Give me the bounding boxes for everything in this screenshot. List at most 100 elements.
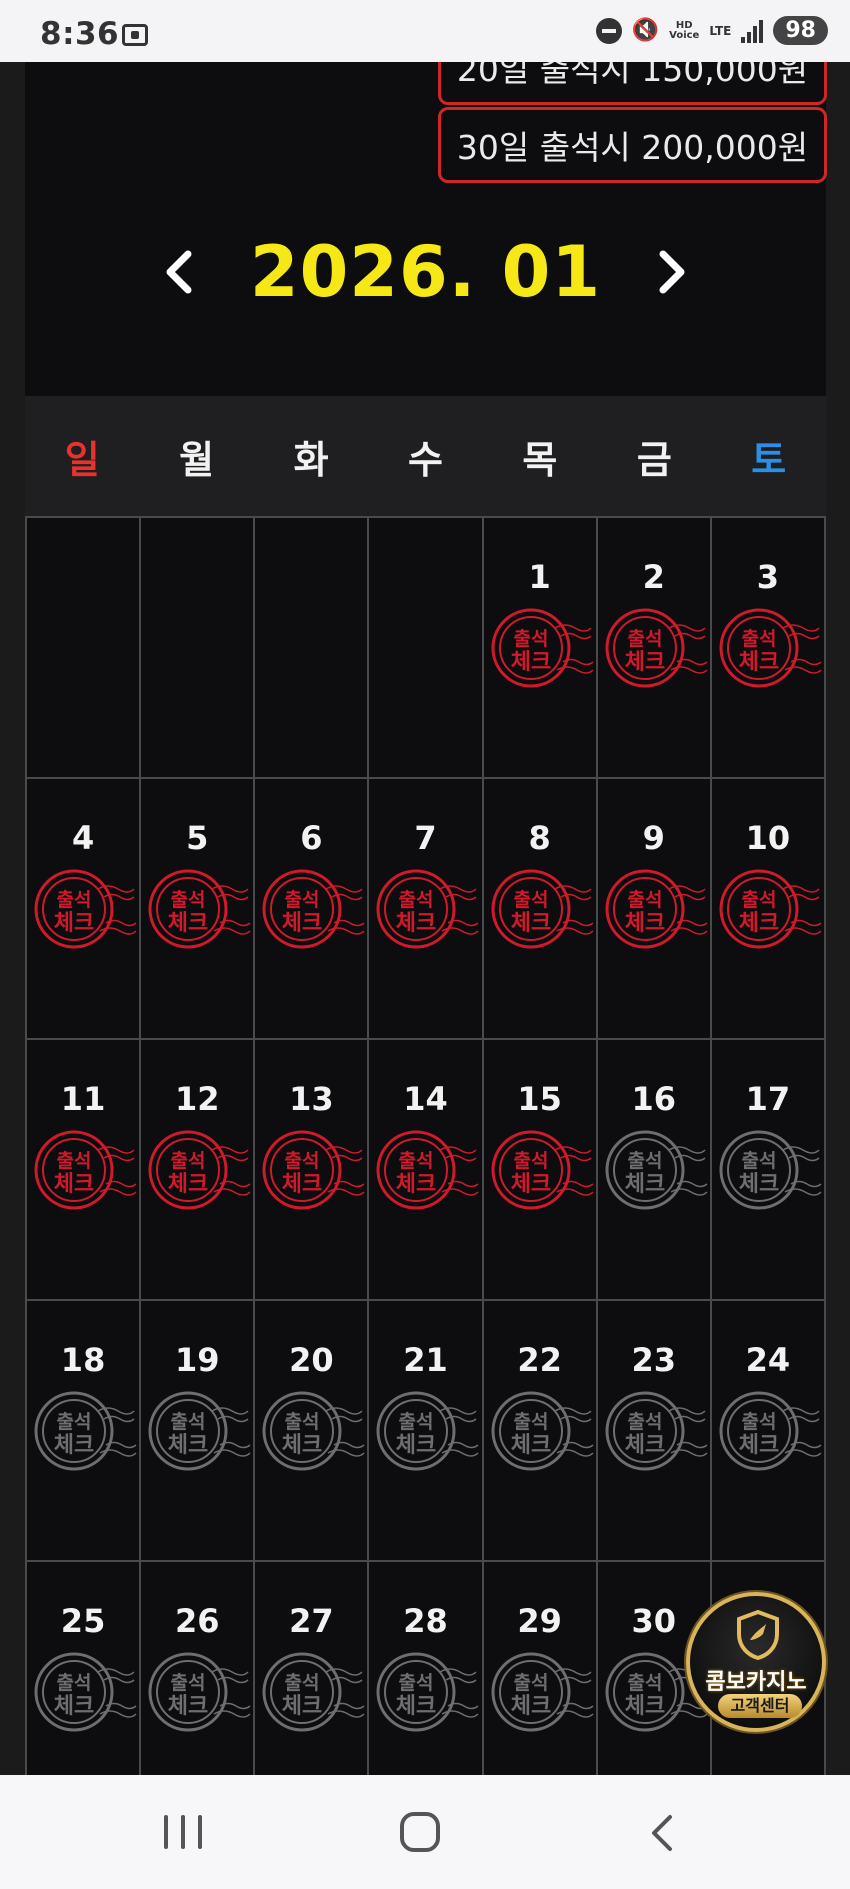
attendance-stamp-checked: 출석 체크	[148, 1128, 251, 1212]
calendar-day-17[interactable]: 17 출석 체크	[711, 1040, 826, 1301]
calendar-day-7[interactable]: 7 출석 체크	[369, 779, 484, 1040]
attendance-stamp-icon: 출석체크	[148, 869, 251, 949]
stamp-text-line2: 체크	[510, 1433, 550, 1458]
attendance-stamp-icon: 출석체크	[148, 1652, 251, 1732]
day-number: 18	[60, 1341, 106, 1379]
chevron-left-icon	[166, 250, 192, 294]
calendar-day-23[interactable]: 23 출석 체크	[597, 1301, 712, 1562]
day-number: 22	[517, 1341, 562, 1379]
calendar-day-19[interactable]: 19 출석 체크	[141, 1301, 256, 1562]
reward-20-days[interactable]: 20일 출석시 150,000원	[438, 62, 827, 105]
attendance-stamp-icon: 출석체크	[605, 608, 708, 688]
stamp-text-line1: 출석	[399, 1672, 434, 1694]
attendance-stamp-icon: 출석체크	[262, 869, 365, 949]
attendance-stamp-icon: 출석체크	[34, 1652, 137, 1732]
attendance-stamp-icon: 출석체크	[719, 869, 822, 949]
stamp-text-line2: 체크	[282, 1172, 322, 1197]
stamp-text-line2: 체크	[624, 911, 664, 936]
attendance-stamp-checked: 출석 체크	[262, 1128, 365, 1212]
attendance-stamp-icon: 출석체크	[262, 1391, 365, 1471]
attendance-stamp-checked: 출석 체크	[148, 867, 251, 951]
stamp-text-line1: 출석	[627, 889, 662, 911]
day-number: 29	[517, 1602, 562, 1640]
attendance-stamp-icon: 출석체크	[148, 1391, 251, 1471]
stamp-text-line2: 체크	[624, 650, 664, 675]
calendar-day-20[interactable]: 20 출석 체크	[255, 1301, 370, 1562]
attendance-stamp-icon: 출석체크	[148, 1130, 251, 1210]
calendar-day-8[interactable]: 8 출석 체크	[483, 779, 598, 1040]
attendance-stamp-unchecked: 출석 체크	[376, 1650, 479, 1734]
day-number: 16	[631, 1080, 677, 1118]
stamp-text-line1: 출석	[57, 1672, 92, 1694]
day-number: 17	[745, 1080, 791, 1118]
calendar-day-9[interactable]: 9 출석 체크	[597, 779, 712, 1040]
day-number: 28	[403, 1602, 448, 1640]
stamp-text-line1: 출석	[57, 1150, 92, 1172]
attendance-stamp-unchecked: 출석 체크	[719, 1128, 822, 1212]
attendance-stamp-checked: 출석 체크	[605, 606, 708, 690]
stamp-text-line2: 체크	[510, 911, 550, 936]
attendance-stamp-unchecked: 출석 체크	[262, 1650, 365, 1734]
status-bar: 8:36 🔇 HD Voice LTE 98	[0, 0, 850, 62]
stamp-text-line1: 출석	[513, 889, 548, 911]
calendar-day-12[interactable]: 12 출석 체크	[141, 1040, 256, 1301]
stamp-text-line2: 체크	[54, 911, 94, 936]
day-number: 1	[528, 558, 551, 596]
prev-month-button[interactable]	[156, 242, 202, 302]
calendar-day-29[interactable]: 29 출석 체크	[483, 1562, 598, 1775]
day-number: 5	[186, 819, 209, 857]
stamp-text-line1: 출석	[171, 1150, 206, 1172]
stamp-text-line1: 출석	[741, 1150, 776, 1172]
attendance-stamp-icon: 출석체크	[376, 1652, 479, 1732]
calendar-day-5[interactable]: 5 출석 체크	[141, 779, 256, 1040]
reward-30-days[interactable]: 30일 출석시 200,000원	[438, 107, 827, 183]
calendar-day-27[interactable]: 27 출석 체크	[255, 1562, 370, 1775]
weekday-mon: 월	[179, 437, 215, 482]
calendar-day-25[interactable]: 25 출석 체크	[27, 1562, 142, 1775]
calendar-day-21[interactable]: 21 출석 체크	[369, 1301, 484, 1562]
stamp-text-line2: 체크	[396, 1694, 436, 1719]
stamp-text-line2: 체크	[282, 1433, 322, 1458]
attendance-stamp-icon: 출석체크	[605, 1391, 708, 1471]
recents-button[interactable]	[164, 1815, 202, 1849]
calendar-day-10[interactable]: 10 출석 체크	[711, 779, 826, 1040]
customer-center-button[interactable]: 콤보카지노 고객센터	[686, 1592, 826, 1732]
calendar-day-13[interactable]: 13 출석 체크	[255, 1040, 370, 1301]
stamp-text-line2: 체크	[739, 650, 779, 675]
attendance-stamp-icon: 출석체크	[376, 1391, 479, 1471]
calendar-day-11[interactable]: 11 출석 체크	[27, 1040, 142, 1301]
home-button[interactable]	[400, 1812, 440, 1852]
attendance-stamp-icon: 출석체크	[262, 1130, 365, 1210]
day-number: 21	[403, 1341, 448, 1379]
calendar-day-14[interactable]: 14 출석 체크	[369, 1040, 484, 1301]
calendar-day-4[interactable]: 4 출석 체크	[27, 779, 142, 1040]
stamp-text-line2: 체크	[624, 1694, 664, 1719]
next-month-button[interactable]	[649, 242, 695, 302]
day-number: 25	[60, 1602, 106, 1640]
calendar-day-22[interactable]: 22 출석 체크	[483, 1301, 598, 1562]
calendar-day-6[interactable]: 6 출석 체크	[255, 779, 370, 1040]
stamp-text-line2: 체크	[54, 1172, 94, 1197]
calendar-day-16[interactable]: 16 출석 체크	[597, 1040, 712, 1301]
calendar-day-24[interactable]: 24 출석 체크	[711, 1301, 826, 1562]
calendar-day-26[interactable]: 26 출석 체크	[141, 1562, 256, 1775]
month-navigator: 2026. 01	[25, 217, 826, 327]
calendar-day-3[interactable]: 3 출석 체크	[711, 518, 826, 779]
stamp-text-line2: 체크	[624, 1433, 664, 1458]
calendar-day-1[interactable]: 1 출석 체크	[483, 518, 598, 779]
mute-icon: 🔇	[631, 18, 660, 43]
stamp-text-line1: 출석	[399, 1411, 434, 1433]
shield-icon	[737, 1610, 779, 1660]
calendar-day-15[interactable]: 15 출석 체크	[483, 1040, 598, 1301]
stamp-text-line2: 체크	[282, 1694, 322, 1719]
stamp-text-line2: 체크	[168, 911, 208, 936]
stamp-text-line1: 출석	[741, 1411, 776, 1433]
attendance-stamp-unchecked: 출석 체크	[34, 1389, 137, 1473]
calendar-day-28[interactable]: 28 출석 체크	[369, 1562, 484, 1775]
back-button[interactable]	[646, 1813, 676, 1853]
calendar-day-2[interactable]: 2 출석 체크	[597, 518, 712, 779]
attendance-stamp-icon: 출석체크	[491, 1130, 594, 1210]
day-number: 24	[745, 1341, 791, 1379]
calendar-day-18[interactable]: 18 출석 체크	[27, 1301, 142, 1562]
calendar-cell-empty	[369, 518, 484, 779]
